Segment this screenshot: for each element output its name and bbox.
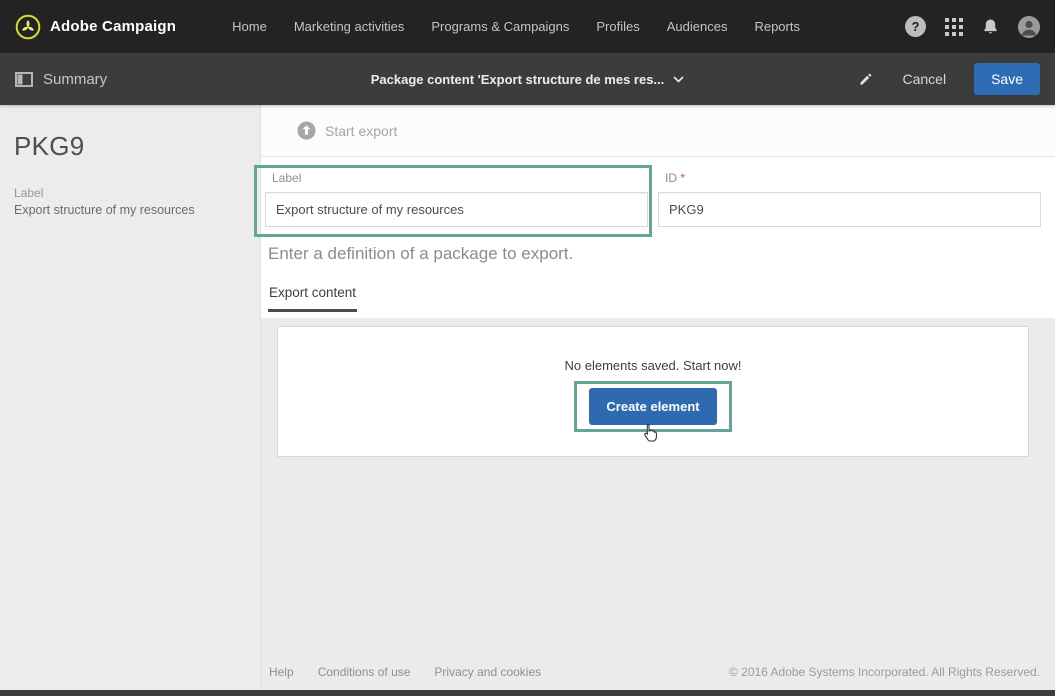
package-id-heading: PKG9 <box>14 131 246 162</box>
hand-cursor-icon <box>643 423 658 442</box>
main-content: Start export Label ID * Enter a definiti… <box>260 105 1055 690</box>
save-button[interactable]: Save <box>974 63 1040 95</box>
empty-state-message: No elements saved. Start now! <box>564 358 741 373</box>
summary-icon <box>15 72 33 87</box>
tab-export-content[interactable]: Export content <box>268 285 357 312</box>
page-footer: Help Conditions of use Privacy and cooki… <box>261 658 1055 690</box>
footer-link-conditions[interactable]: Conditions of use <box>318 665 411 679</box>
section-indicator: Summary <box>15 71 371 88</box>
tab-bar: Export content <box>268 284 1041 312</box>
footer-links: Help Conditions of use Privacy and cooki… <box>269 665 541 679</box>
action-buttons: Cancel Save <box>684 63 1040 95</box>
chevron-down-icon <box>673 76 684 83</box>
brand[interactable]: Adobe Campaign <box>15 14 176 40</box>
start-export-icon <box>297 121 316 140</box>
create-element-wrap: Create element <box>589 388 716 425</box>
page-body: PKG9 Label Export structure of my resour… <box>0 105 1055 690</box>
start-export-label: Start export <box>325 123 397 139</box>
summary-sidebar: PKG9 Label Export structure of my resour… <box>0 105 260 690</box>
main-nav: Home Marketing activities Programs & Cam… <box>232 19 800 34</box>
start-export-action[interactable]: Start export <box>261 105 1055 157</box>
cancel-button[interactable]: Cancel <box>902 71 946 87</box>
footer-link-help[interactable]: Help <box>269 665 294 679</box>
nav-programs-campaigns[interactable]: Programs & Campaigns <box>431 19 569 34</box>
nav-utilities: ? <box>905 16 1040 38</box>
empty-state-card: No elements saved. Start now! Create ele… <box>277 326 1029 457</box>
adobe-campaign-logo-icon[interactable] <box>15 14 41 40</box>
help-icon[interactable]: ? <box>905 16 926 37</box>
form-description: Enter a definition of a package to expor… <box>268 244 1041 264</box>
sidebar-label-value: Export structure of my resources <box>14 203 246 217</box>
nav-audiences[interactable]: Audiences <box>667 19 728 34</box>
label-input[interactable] <box>265 192 648 227</box>
section-label: Summary <box>43 71 107 88</box>
label-field-caption: Label <box>265 171 648 185</box>
footer-link-privacy[interactable]: Privacy and cookies <box>434 665 541 679</box>
adobe-campaign-app: Adobe Campaign Home Marketing activities… <box>0 0 1055 696</box>
copyright-text: © 2016 Adobe Systems Incorporated. All R… <box>729 665 1040 679</box>
edit-pencil-icon[interactable] <box>858 71 874 87</box>
action-bar: Summary Package content 'Export structur… <box>0 53 1055 105</box>
id-input[interactable] <box>658 192 1041 227</box>
label-field-group: Label <box>265 171 648 227</box>
id-field-group: ID * <box>658 171 1041 227</box>
page-title: Package content 'Export structure de mes… <box>371 72 665 87</box>
nav-marketing-activities[interactable]: Marketing activities <box>294 19 405 34</box>
nav-home[interactable]: Home <box>232 19 267 34</box>
create-element-button[interactable]: Create element <box>589 388 716 425</box>
export-content-panel: No elements saved. Start now! Create ele… <box>261 318 1055 658</box>
nav-reports[interactable]: Reports <box>754 19 800 34</box>
form-row: Label ID * <box>265 171 1041 227</box>
sidebar-label-caption: Label <box>14 186 246 200</box>
user-avatar-icon[interactable] <box>1018 16 1040 38</box>
package-title-dropdown[interactable]: Package content 'Export structure de mes… <box>371 72 685 87</box>
top-navigation: Adobe Campaign Home Marketing activities… <box>0 0 1055 53</box>
brand-name: Adobe Campaign <box>50 18 176 35</box>
notifications-bell-icon[interactable] <box>982 18 999 36</box>
nav-profiles[interactable]: Profiles <box>596 19 639 34</box>
id-field-caption: ID * <box>658 171 1041 185</box>
required-asterisk: * <box>680 171 685 185</box>
package-form: Label ID * Enter a definition of a packa… <box>261 157 1055 318</box>
bottom-edge-strip <box>0 690 1055 696</box>
apps-grid-icon[interactable] <box>945 18 963 36</box>
